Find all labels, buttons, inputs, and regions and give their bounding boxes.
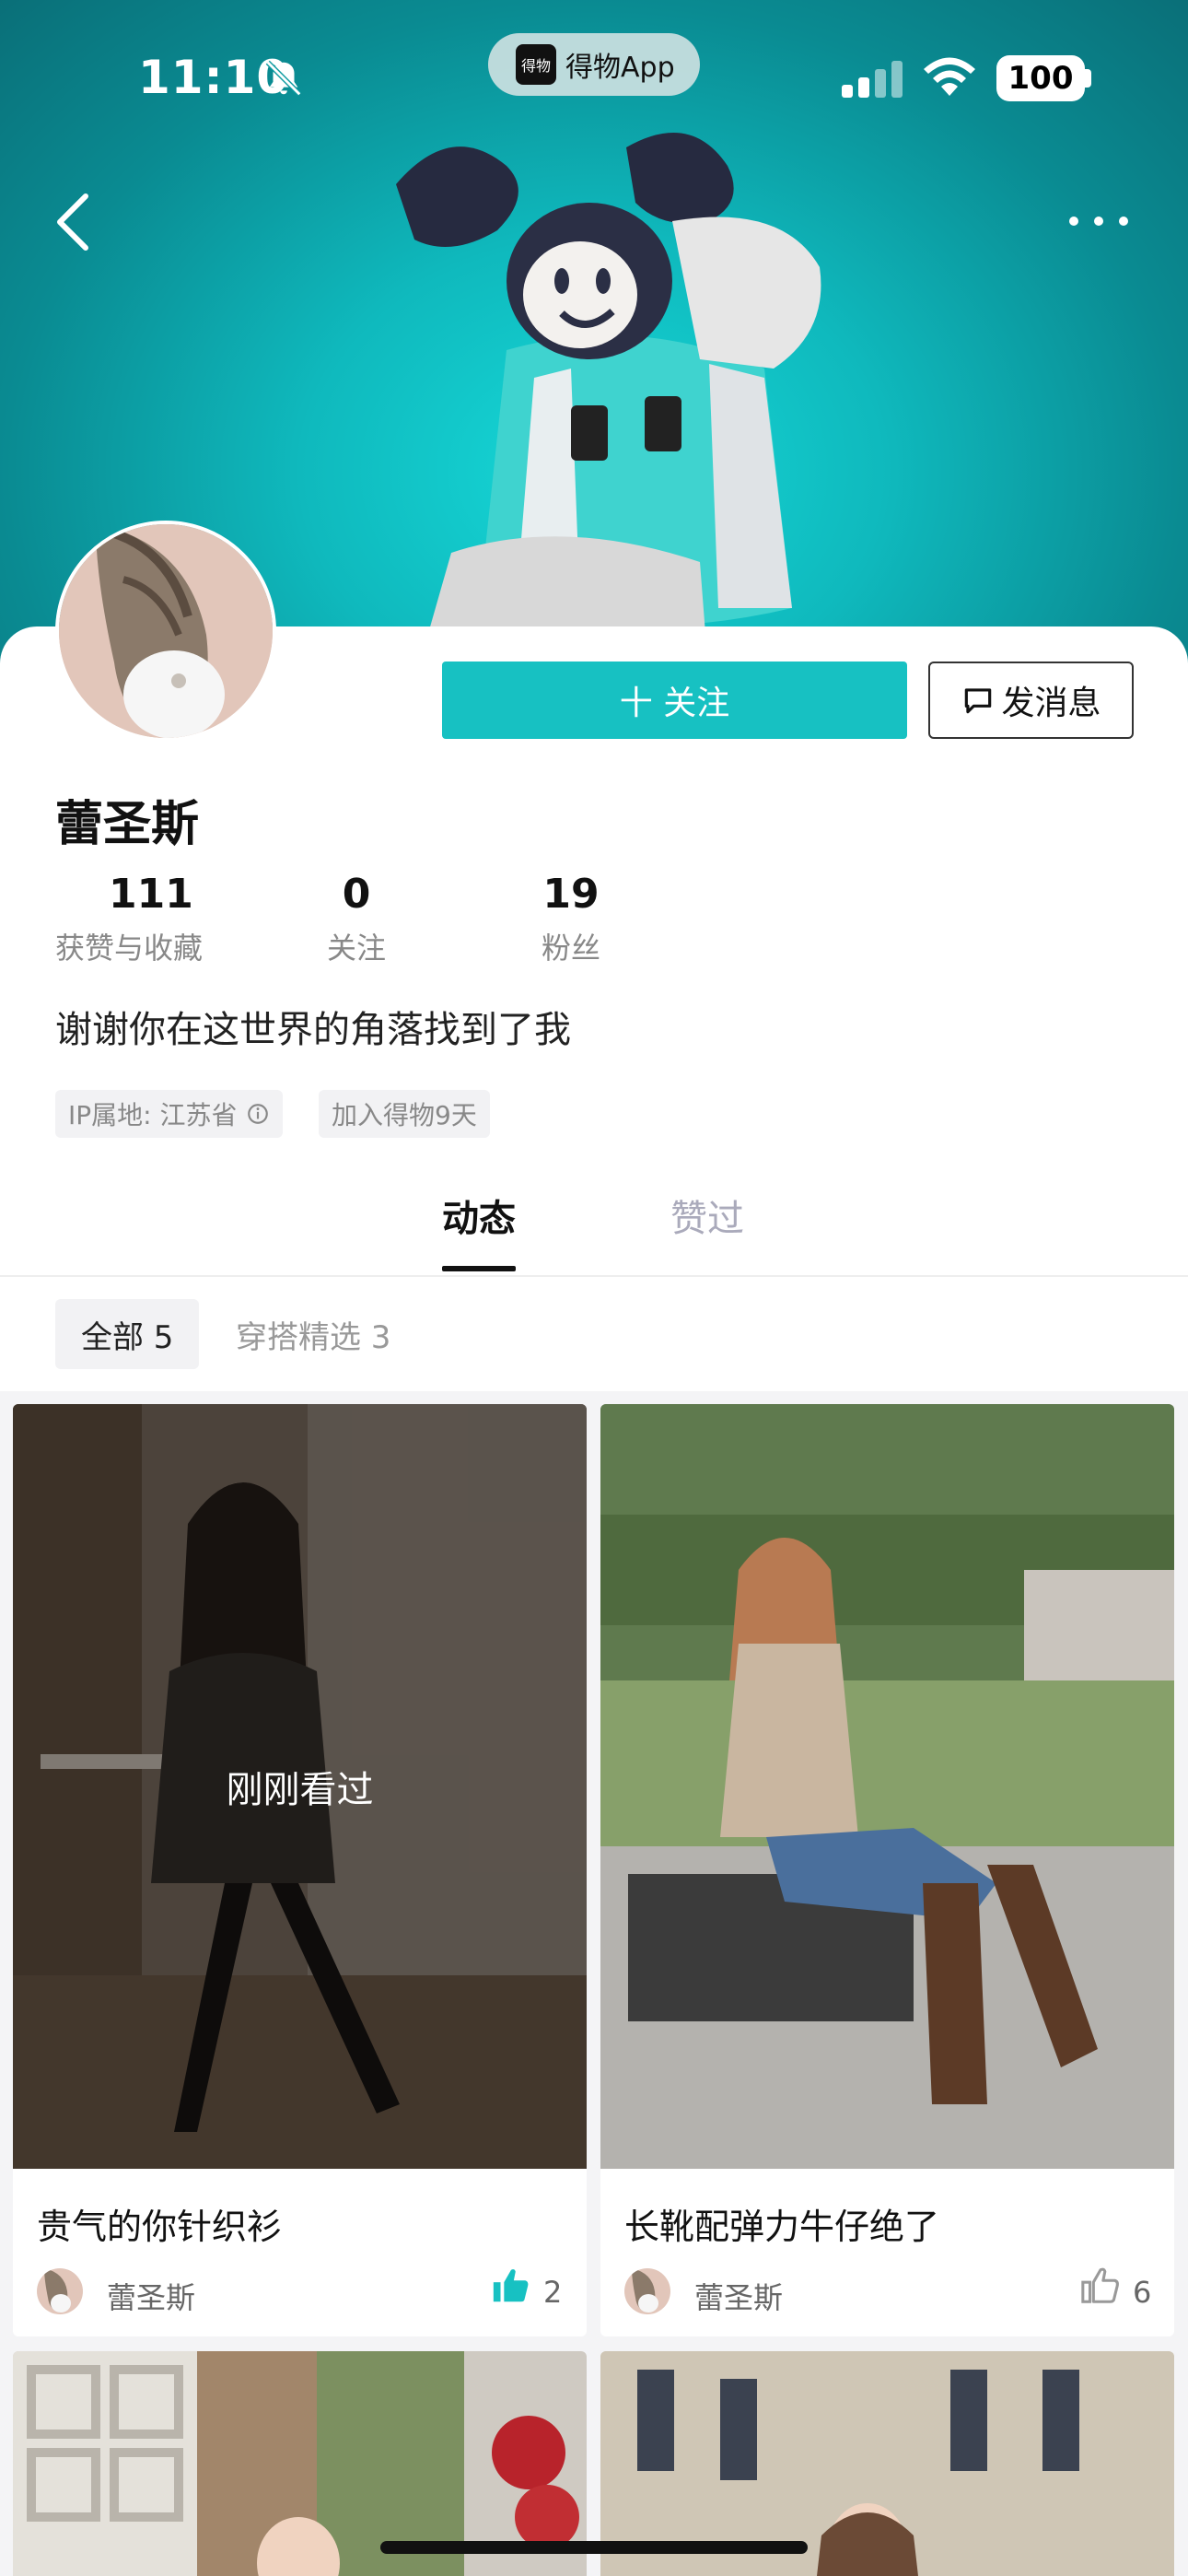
app-pill-label: 得物App <box>565 52 675 84</box>
thumbs-up-filled-icon[interactable] <box>490 2265 532 2307</box>
tab-divider <box>0 1275 1188 1277</box>
battery-indicator: 100 <box>996 55 1085 101</box>
battery-tip <box>1085 69 1091 88</box>
author-avatar <box>37 2268 83 2314</box>
tab-posts[interactable]: 动态 <box>442 1188 516 1242</box>
send-message-button[interactable]: 发消息 <box>928 662 1134 739</box>
stat-following[interactable]: 0 关注 <box>327 871 386 967</box>
post-card[interactable]: 长靴配弹力牛仔绝了 蕾圣斯 6 <box>600 1404 1174 2336</box>
app-pill[interactable]: 得物 得物App <box>488 33 700 96</box>
ip-location-label: IP属地: 江苏省 <box>68 1100 238 1130</box>
cellular-signal-icon <box>842 61 903 98</box>
post-image: 刚刚看过 <box>13 1404 587 2169</box>
app-logo: 得物 <box>516 44 556 85</box>
profile-avatar[interactable] <box>55 521 276 742</box>
profile-username: 蕾圣斯 <box>55 797 200 852</box>
mascot-illustration <box>396 133 821 673</box>
tab-liked[interactable]: 赞过 <box>670 1188 744 1242</box>
bell-off-icon <box>265 60 302 97</box>
active-tab-underline <box>442 1266 516 1271</box>
status-bar: 11:10 得物 得物App 100 <box>0 0 1188 157</box>
post-card[interactable]: 刚刚看过 贵气的你针织衫 蕾圣斯 2 <box>13 1404 587 2336</box>
stat-value: 19 <box>542 871 600 918</box>
filter-all[interactable]: 全部 5 <box>55 1299 200 1369</box>
stat-value: 0 <box>342 871 371 918</box>
ip-location-tag[interactable]: IP属地: 江苏省 <box>55 1090 284 1138</box>
post-title: 长靴配弹力牛仔绝了 <box>624 2207 940 2247</box>
stat-label: 粉丝 <box>542 931 601 966</box>
filter-outfit-picks[interactable]: 穿搭精选 3 <box>210 1299 416 1369</box>
send-message-label: 发消息 <box>1001 685 1101 722</box>
stat-followers[interactable]: 19 粉丝 <box>542 871 600 967</box>
author-name: 蕾圣斯 <box>107 2280 196 2315</box>
back-arrow-icon[interactable] <box>51 189 97 255</box>
recently-viewed-overlay: 刚刚看过 <box>13 1404 587 2169</box>
post-image <box>600 1404 1174 2169</box>
like-count: 2 <box>543 2275 563 2310</box>
message-icon <box>965 688 992 714</box>
home-indicator[interactable] <box>380 2541 808 2554</box>
post-title: 贵气的你针织衫 <box>37 2207 283 2247</box>
wifi-icon <box>924 57 975 96</box>
like-count: 6 <box>1133 2275 1152 2310</box>
stat-label: 关注 <box>327 931 387 966</box>
more-options-icon[interactable] <box>1066 207 1131 235</box>
joined-days-tag: 加入得物9天 <box>319 1090 490 1138</box>
author-avatar <box>624 2268 670 2314</box>
profile-bio: 谢谢你在这世界的角落找到了我 <box>55 1009 571 1051</box>
thumbs-up-outline-icon[interactable] <box>1079 2265 1122 2307</box>
stat-likes-collections[interactable]: 111 获赞与收藏 <box>55 871 203 967</box>
info-icon <box>248 1104 269 1124</box>
author-name: 蕾圣斯 <box>694 2280 784 2315</box>
follow-button[interactable]: 十 关注 <box>442 662 907 739</box>
stat-label: 获赞与收藏 <box>55 931 204 966</box>
stat-value: 111 <box>109 871 193 918</box>
